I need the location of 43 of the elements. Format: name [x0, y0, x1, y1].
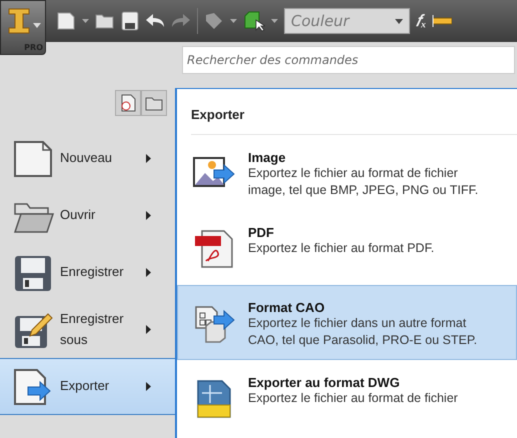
caret-icon[interactable]: [271, 19, 278, 23]
caret-icon[interactable]: [82, 19, 89, 23]
letter-i-logo-icon: [7, 7, 31, 35]
export-option[interactable]: Format CAO Exportez le fichier dans un autre format CAO, tel que Parasolid, PRO-E ou STEP.: [177, 284, 517, 360]
option-title: Exporter au format DWG: [248, 374, 401, 390]
caret-icon: [33, 23, 41, 28]
export-option[interactable]: Exporter au format DWG Exportez le fichier au format de fichier: [177, 360, 517, 435]
recent-documents-button[interactable]: [115, 90, 141, 116]
option-title: PDF: [248, 224, 275, 240]
menu-item[interactable]: Enregistrer sous: [0, 301, 175, 358]
pdf-document-icon: [192, 228, 236, 269]
option-description: Exportez le fichier au format de fichier: [248, 390, 458, 407]
submenu-arrow-icon: [146, 268, 151, 277]
blank-document-icon: [12, 138, 54, 178]
menu-item[interactable]: Ouvrir: [0, 187, 175, 244]
menu-item[interactable]: Enregistrer: [0, 244, 175, 301]
cube-cursor-icon[interactable]: [243, 10, 265, 32]
export-option[interactable]: PDF Exportez le fichier au format PDF.: [177, 210, 517, 285]
caret-icon: [395, 18, 403, 24]
search-field[interactable]: Rechercher des commandes: [182, 46, 515, 74]
new-document-icon[interactable]: [56, 11, 76, 31]
panel-title: Exporter: [191, 89, 517, 135]
function-button[interactable]: 𝑓ₓ: [416, 12, 426, 30]
undo-icon[interactable]: [145, 13, 165, 29]
submenu-arrow-icon: [146, 382, 151, 391]
option-description: Exportez le fichier dans un autre format CAO, tel que Parasolid, PRO-E ou STEP.: [248, 314, 478, 348]
menu-item[interactable]: Exporter: [0, 358, 175, 415]
option-title: Format CAO: [248, 300, 326, 315]
redo-icon[interactable]: [171, 13, 191, 29]
export-option[interactable]: Image Exportez le fichier au format de fichier image, tel que BMP, JPEG, PNG ou TIFF.: [177, 135, 517, 210]
option-title: Image: [248, 150, 287, 165]
save-icon[interactable]: [121, 11, 139, 31]
option-description: Exportez le fichier au format PDF.: [248, 240, 434, 257]
option-description: Exportez le fichier au format de fichier image, tel que BMP, JPEG, PNG ou TIFF.: [248, 165, 480, 199]
caret-icon[interactable]: [230, 19, 237, 23]
submenu-arrow-icon: [146, 325, 151, 334]
menu-item[interactable]: Nouveau: [0, 130, 175, 187]
ruler-icon[interactable]: [432, 14, 452, 28]
open-folder-button[interactable]: [141, 90, 167, 116]
folder-icon[interactable]: [95, 12, 115, 30]
submenu-arrow-icon: [146, 211, 151, 220]
folder-icon: [145, 95, 163, 111]
submenu-arrow-icon: [146, 154, 151, 163]
